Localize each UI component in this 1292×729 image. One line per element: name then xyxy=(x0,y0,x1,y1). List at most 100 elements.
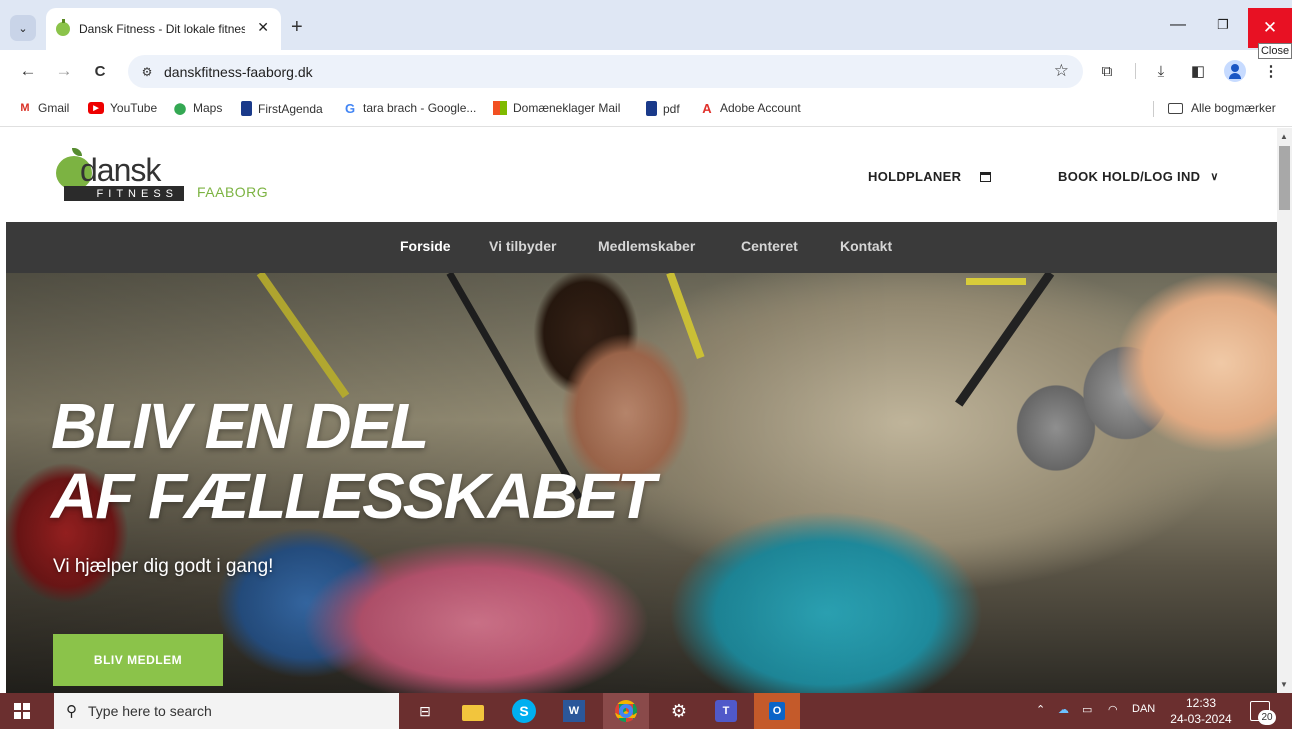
all-bookmarks[interactable]: Alle bogmærker xyxy=(1168,101,1276,115)
language-indicator[interactable]: DAN xyxy=(1132,703,1155,715)
hero-title: BLIV EN DEL AF FÆLLESSKABET xyxy=(51,390,656,532)
bookmark-icon xyxy=(241,101,252,116)
side-panel-icon[interactable]: ◧ xyxy=(1188,61,1208,81)
hero-banner: BLIV EN DEL AF FÆLLESSKABET Vi hjælper d… xyxy=(6,273,1277,693)
apple-favicon-icon xyxy=(56,19,70,36)
bookmark-tara-brach[interactable]: G tara brach - Google... xyxy=(343,100,476,116)
search-placeholder: Type here to search xyxy=(88,703,212,719)
extensions-icon[interactable]: ⧉ xyxy=(1097,61,1117,81)
forward-button[interactable]: → xyxy=(52,59,76,83)
window-close-button[interactable]: ✕ xyxy=(1248,8,1292,48)
nav-vi-tilbyder[interactable]: Vi tilbyder xyxy=(489,238,556,254)
wifi-icon[interactable]: ◠ xyxy=(1108,703,1118,716)
back-button[interactable]: ← xyxy=(16,59,40,83)
bookmark-label: FirstAgenda xyxy=(258,101,323,116)
star-icon[interactable]: ☆ xyxy=(1054,61,1069,81)
toolbar-divider xyxy=(1135,63,1136,79)
gmail-icon: M xyxy=(20,102,30,114)
youtube-icon: ▶ xyxy=(88,102,104,114)
profile-body xyxy=(1229,73,1241,79)
profile-avatar-icon[interactable] xyxy=(1224,60,1246,82)
bookmark-domaeneklager[interactable]: Domæneklager Mail xyxy=(493,101,620,115)
settings-gear-icon[interactable]: ⚙ xyxy=(665,697,693,725)
bookmark-label: Adobe Account xyxy=(720,101,801,115)
scroll-down-icon[interactable]: ▼ xyxy=(1280,680,1288,689)
battery-icon[interactable]: ▭ xyxy=(1082,703,1092,716)
nav-medlemskaber[interactable]: Medlemskaber xyxy=(598,238,695,254)
holdplaner-label: HOLDPLANER xyxy=(868,169,962,184)
hero-title-line1: BLIV EN DEL xyxy=(51,390,429,462)
scroll-up-icon[interactable]: ▲ xyxy=(1280,132,1288,141)
bookmark-maps[interactable]: ⬤ Maps xyxy=(173,101,223,115)
reload-button[interactable]: C xyxy=(88,59,112,83)
page-scrollbar[interactable]: ▲ ▼ xyxy=(1277,128,1292,693)
new-tab-button[interactable]: + xyxy=(291,17,303,37)
bookmark-firstagenda[interactable]: FirstAgenda xyxy=(241,101,323,116)
download-icon[interactable]: ⤓ xyxy=(1151,61,1171,81)
chevron-down-icon: ⌄ xyxy=(18,22,28,35)
folder-icon xyxy=(1168,102,1183,114)
tab-strip: ⌄ Dansk Fitness - Dit lokale fitnes ✕ + … xyxy=(0,0,1292,50)
holdplaner-link[interactable]: HOLDPLANER xyxy=(868,169,992,184)
address-bar[interactable]: ⚙ danskfitness-faaborg.dk ☆ xyxy=(128,55,1083,88)
chrome-icon[interactable] xyxy=(603,693,649,729)
bookmark-label: pdf xyxy=(663,101,680,116)
main-nav: Forside Vi tilbyder Medlemskaber Centere… xyxy=(6,222,1277,273)
bookmark-pdf[interactable]: pdf xyxy=(646,101,680,116)
book-login-dropdown[interactable]: BOOK HOLD/LOG IND ∨ xyxy=(1058,169,1219,184)
bliv-medlem-button[interactable]: BLIV MEDLEM xyxy=(53,634,223,686)
tab-close-icon[interactable]: ✕ xyxy=(257,19,269,36)
bookmark-label: Domæneklager Mail xyxy=(513,101,621,115)
scrollbar-thumb[interactable] xyxy=(1279,146,1290,210)
bookmark-label: YouTube xyxy=(110,101,158,115)
book-login-label: BOOK HOLD/LOG IND xyxy=(1058,169,1201,184)
site-info-icon[interactable]: ⚙ xyxy=(137,65,157,79)
clock-time: 12:33 xyxy=(1185,696,1217,710)
calendar-icon xyxy=(980,171,992,182)
profile-head xyxy=(1231,64,1239,72)
restore-button[interactable]: ❐ xyxy=(1212,14,1234,36)
browser-tab[interactable]: Dansk Fitness - Dit lokale fitnes ✕ xyxy=(46,8,281,50)
bookmarks-bar: M Gmail ▶ YouTube ⬤ Maps FirstAgenda G t… xyxy=(0,92,1292,127)
dansk-fitness-logo[interactable]: dansk FITNESS FAABORG xyxy=(56,146,286,206)
google-icon: G xyxy=(344,100,356,116)
bookmark-youtube[interactable]: ▶ YouTube xyxy=(88,101,157,115)
tab-search-button[interactable]: ⌄ xyxy=(10,15,36,41)
file-explorer-icon[interactable] xyxy=(462,705,484,721)
tray-overflow-icon[interactable]: ⌃ xyxy=(1036,703,1045,716)
close-tooltip: Close xyxy=(1258,43,1292,59)
taskbar-search[interactable]: ⚲ Type here to search xyxy=(54,693,399,729)
hero-subtitle: Vi hjælper dig godt i gang! xyxy=(53,556,274,577)
nav-forside[interactable]: Forside xyxy=(400,238,451,254)
outlook-icon[interactable]: O xyxy=(754,693,800,729)
clock-date: 24-03-2024 xyxy=(1170,712,1232,726)
teams-icon[interactable]: T xyxy=(715,700,737,722)
bookmark-label: Maps xyxy=(193,101,223,115)
bookmark-adobe[interactable]: A Adobe Account xyxy=(700,101,801,116)
search-icon: ⚲ xyxy=(66,703,77,720)
site-header: dansk FITNESS FAABORG HOLDPLANER BOOK HO… xyxy=(6,128,1277,222)
logo-town: FAABORG xyxy=(197,184,269,200)
hero-title-line2: AF FÆLLESSKABET xyxy=(51,460,656,532)
word-icon[interactable]: W xyxy=(563,700,585,722)
windows-start-icon[interactable] xyxy=(14,703,30,719)
microsoft-icon xyxy=(493,101,507,115)
bookmark-icon xyxy=(646,101,657,116)
bookmark-gmail[interactable]: M Gmail xyxy=(18,101,69,115)
taskbar-clock[interactable]: 12:33 24-03-2024 xyxy=(1166,695,1236,727)
onedrive-icon[interactable]: ☁ xyxy=(1058,703,1069,716)
chevron-down-icon: ∨ xyxy=(1210,171,1219,183)
minimize-button[interactable]: — xyxy=(1167,14,1189,36)
skype-icon[interactable]: S xyxy=(512,699,536,723)
bookmark-label: Gmail xyxy=(38,101,70,115)
url-text: danskfitness-faaborg.dk xyxy=(164,63,313,80)
windows-taskbar: ⚲ Type here to search ⊟ S W ⚙ T O ⌃ ☁ ▭ … xyxy=(0,693,1292,729)
menu-icon[interactable]: ⋮ xyxy=(1261,61,1281,81)
nav-kontakt[interactable]: Kontakt xyxy=(840,238,892,254)
logo-wordmark: dansk xyxy=(80,152,161,188)
logo-subtitle: FITNESS xyxy=(64,186,184,201)
nav-centeret[interactable]: Centeret xyxy=(741,238,798,254)
task-view-icon[interactable]: ⊟ xyxy=(411,697,439,725)
screen: ⌄ Dansk Fitness - Dit lokale fitnes ✕ + … xyxy=(0,0,1292,729)
notification-badge: 20 xyxy=(1258,710,1276,725)
